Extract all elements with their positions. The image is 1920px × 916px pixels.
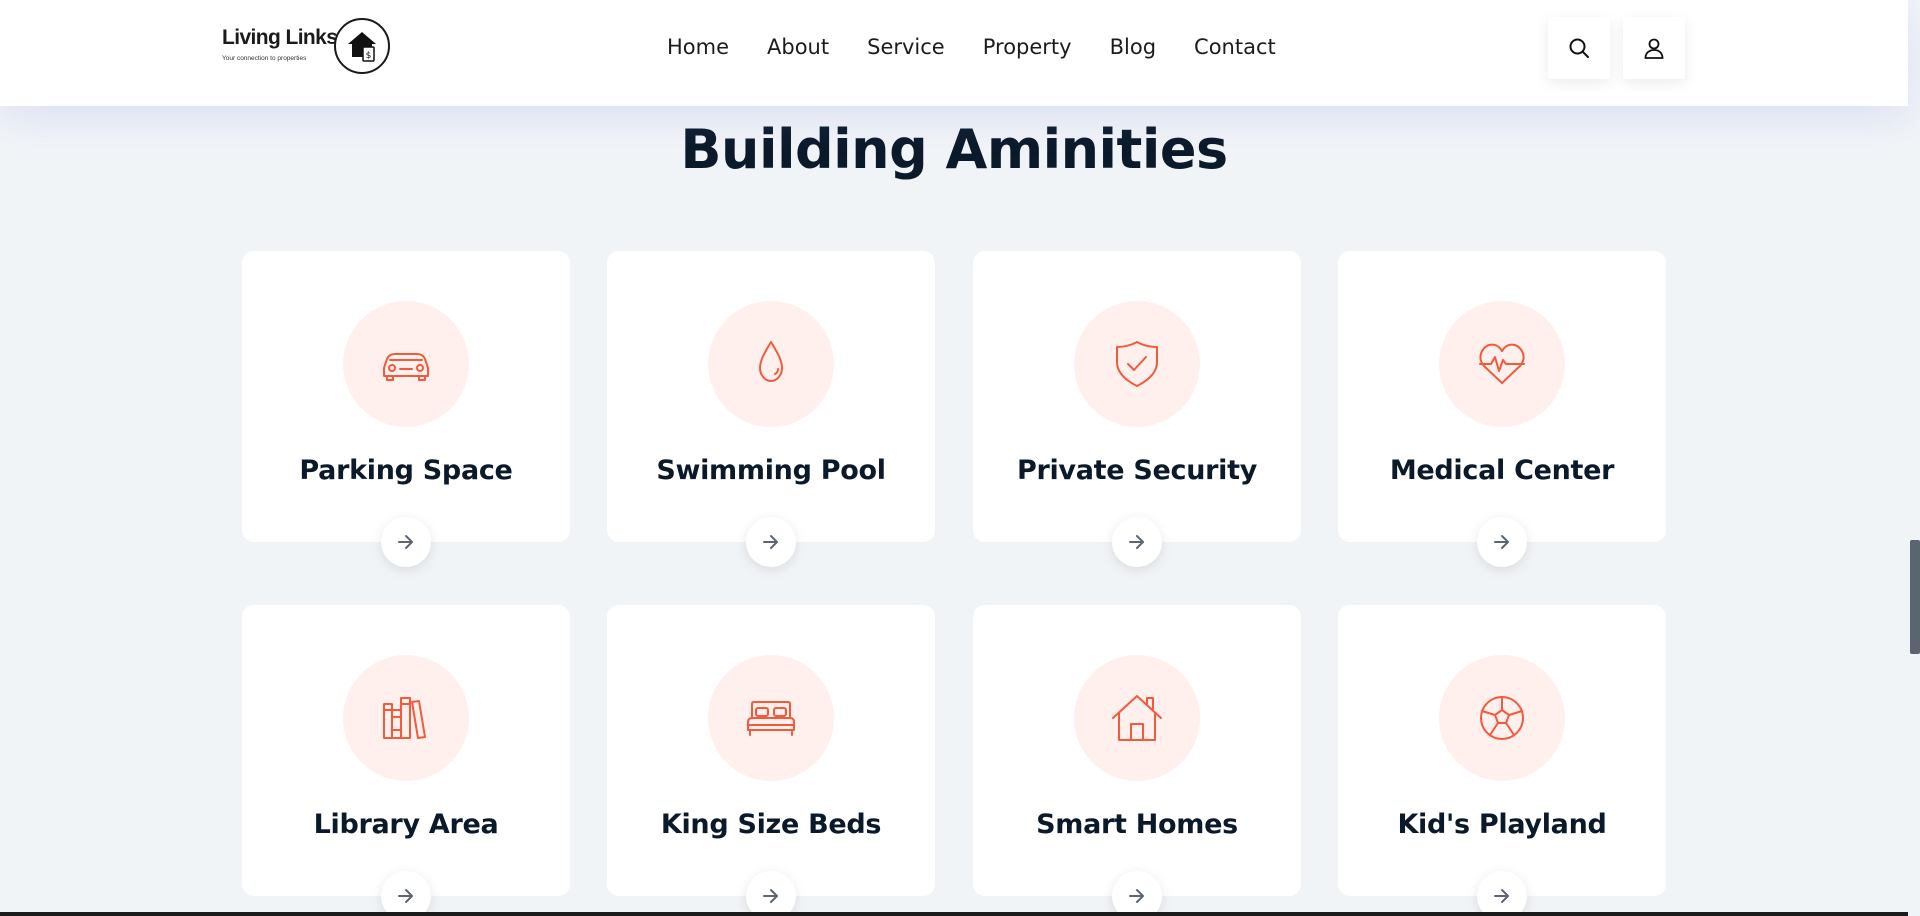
amenity-arrow-button[interactable] [1112,517,1162,567]
arrow-right-icon [1129,535,1144,549]
amenity-label: Library Area [313,809,499,840]
scrollbar-thumb[interactable] [1910,540,1920,654]
main-nav: Home About Service Property Blog Contact [667,34,1276,60]
amenity-card-medical[interactable]: Medical Center [1338,251,1666,567]
amenity-card-security[interactable]: Private Security [973,251,1301,567]
amenity-label: Parking Space [299,455,513,486]
amenity-label: Smart Homes [1036,809,1238,840]
heart-pulse-icon [1439,301,1565,427]
nav-service[interactable]: Service [867,34,945,60]
amenity-label: Medical Center [1389,455,1615,486]
amenity-arrow-button[interactable] [746,871,796,916]
arrow-right-icon [398,889,413,903]
amenity-card-playland[interactable]: Kid's Playland [1338,605,1666,916]
amenity-card-library[interactable]: Library Area [242,605,570,916]
section-title: Building Aminities [680,118,1228,181]
nav-contact[interactable]: Contact [1194,34,1276,60]
bed-icon [708,655,834,781]
amenity-arrow-button[interactable] [381,517,431,567]
amenity-card-pool[interactable]: Swimming Pool [607,251,935,567]
amenity-card-parking[interactable]: Parking Space [242,251,570,567]
brand-name: Living Links [222,26,338,49]
amenity-arrow-button[interactable] [1112,871,1162,916]
arrow-right-icon [1129,889,1144,903]
account-button[interactable] [1623,17,1685,79]
brand-tagline: Your connection to properties [222,55,307,62]
arrow-right-icon [1494,535,1509,549]
arrow-right-icon [763,535,778,549]
amenity-card-smart-homes[interactable]: Smart Homes [973,605,1301,916]
nav-home[interactable]: Home [667,34,729,60]
svg-text:$: $ [366,51,372,61]
search-button[interactable] [1548,17,1610,79]
house-icon [1074,655,1200,781]
arrow-right-icon [763,889,778,903]
amenity-card-beds[interactable]: King Size Beds [607,605,935,916]
amenity-arrow-button[interactable] [1477,871,1527,916]
site-header: Living Links Your connection to properti… [0,0,1908,106]
user-icon [1644,38,1664,59]
shield-check-icon [1074,301,1200,427]
logo[interactable]: Living Links Your connection to properti… [220,18,390,76]
bottom-border [0,912,1908,916]
amenity-label: King Size Beds [660,809,882,840]
water-drop-icon [708,301,834,427]
page: Living Links Your connection to properti… [0,0,1920,916]
arrow-right-icon [1494,889,1509,903]
nav-about[interactable]: About [767,34,829,60]
car-icon [343,301,469,427]
soccer-ball-icon [1439,655,1565,781]
amenity-arrow-button[interactable] [1477,517,1527,567]
books-icon [343,655,469,781]
amenity-arrow-button[interactable] [381,871,431,916]
house-dollar-icon: $ [334,18,390,74]
nav-property[interactable]: Property [983,34,1072,60]
amenity-label: Kid's Playland [1397,809,1607,840]
nav-blog[interactable]: Blog [1110,34,1156,60]
search-icon [1569,38,1589,58]
amenity-label: Swimming Pool [656,455,886,486]
arrow-right-icon [398,535,413,549]
amenity-label: Private Security [1016,455,1258,486]
amenity-arrow-button[interactable] [746,517,796,567]
